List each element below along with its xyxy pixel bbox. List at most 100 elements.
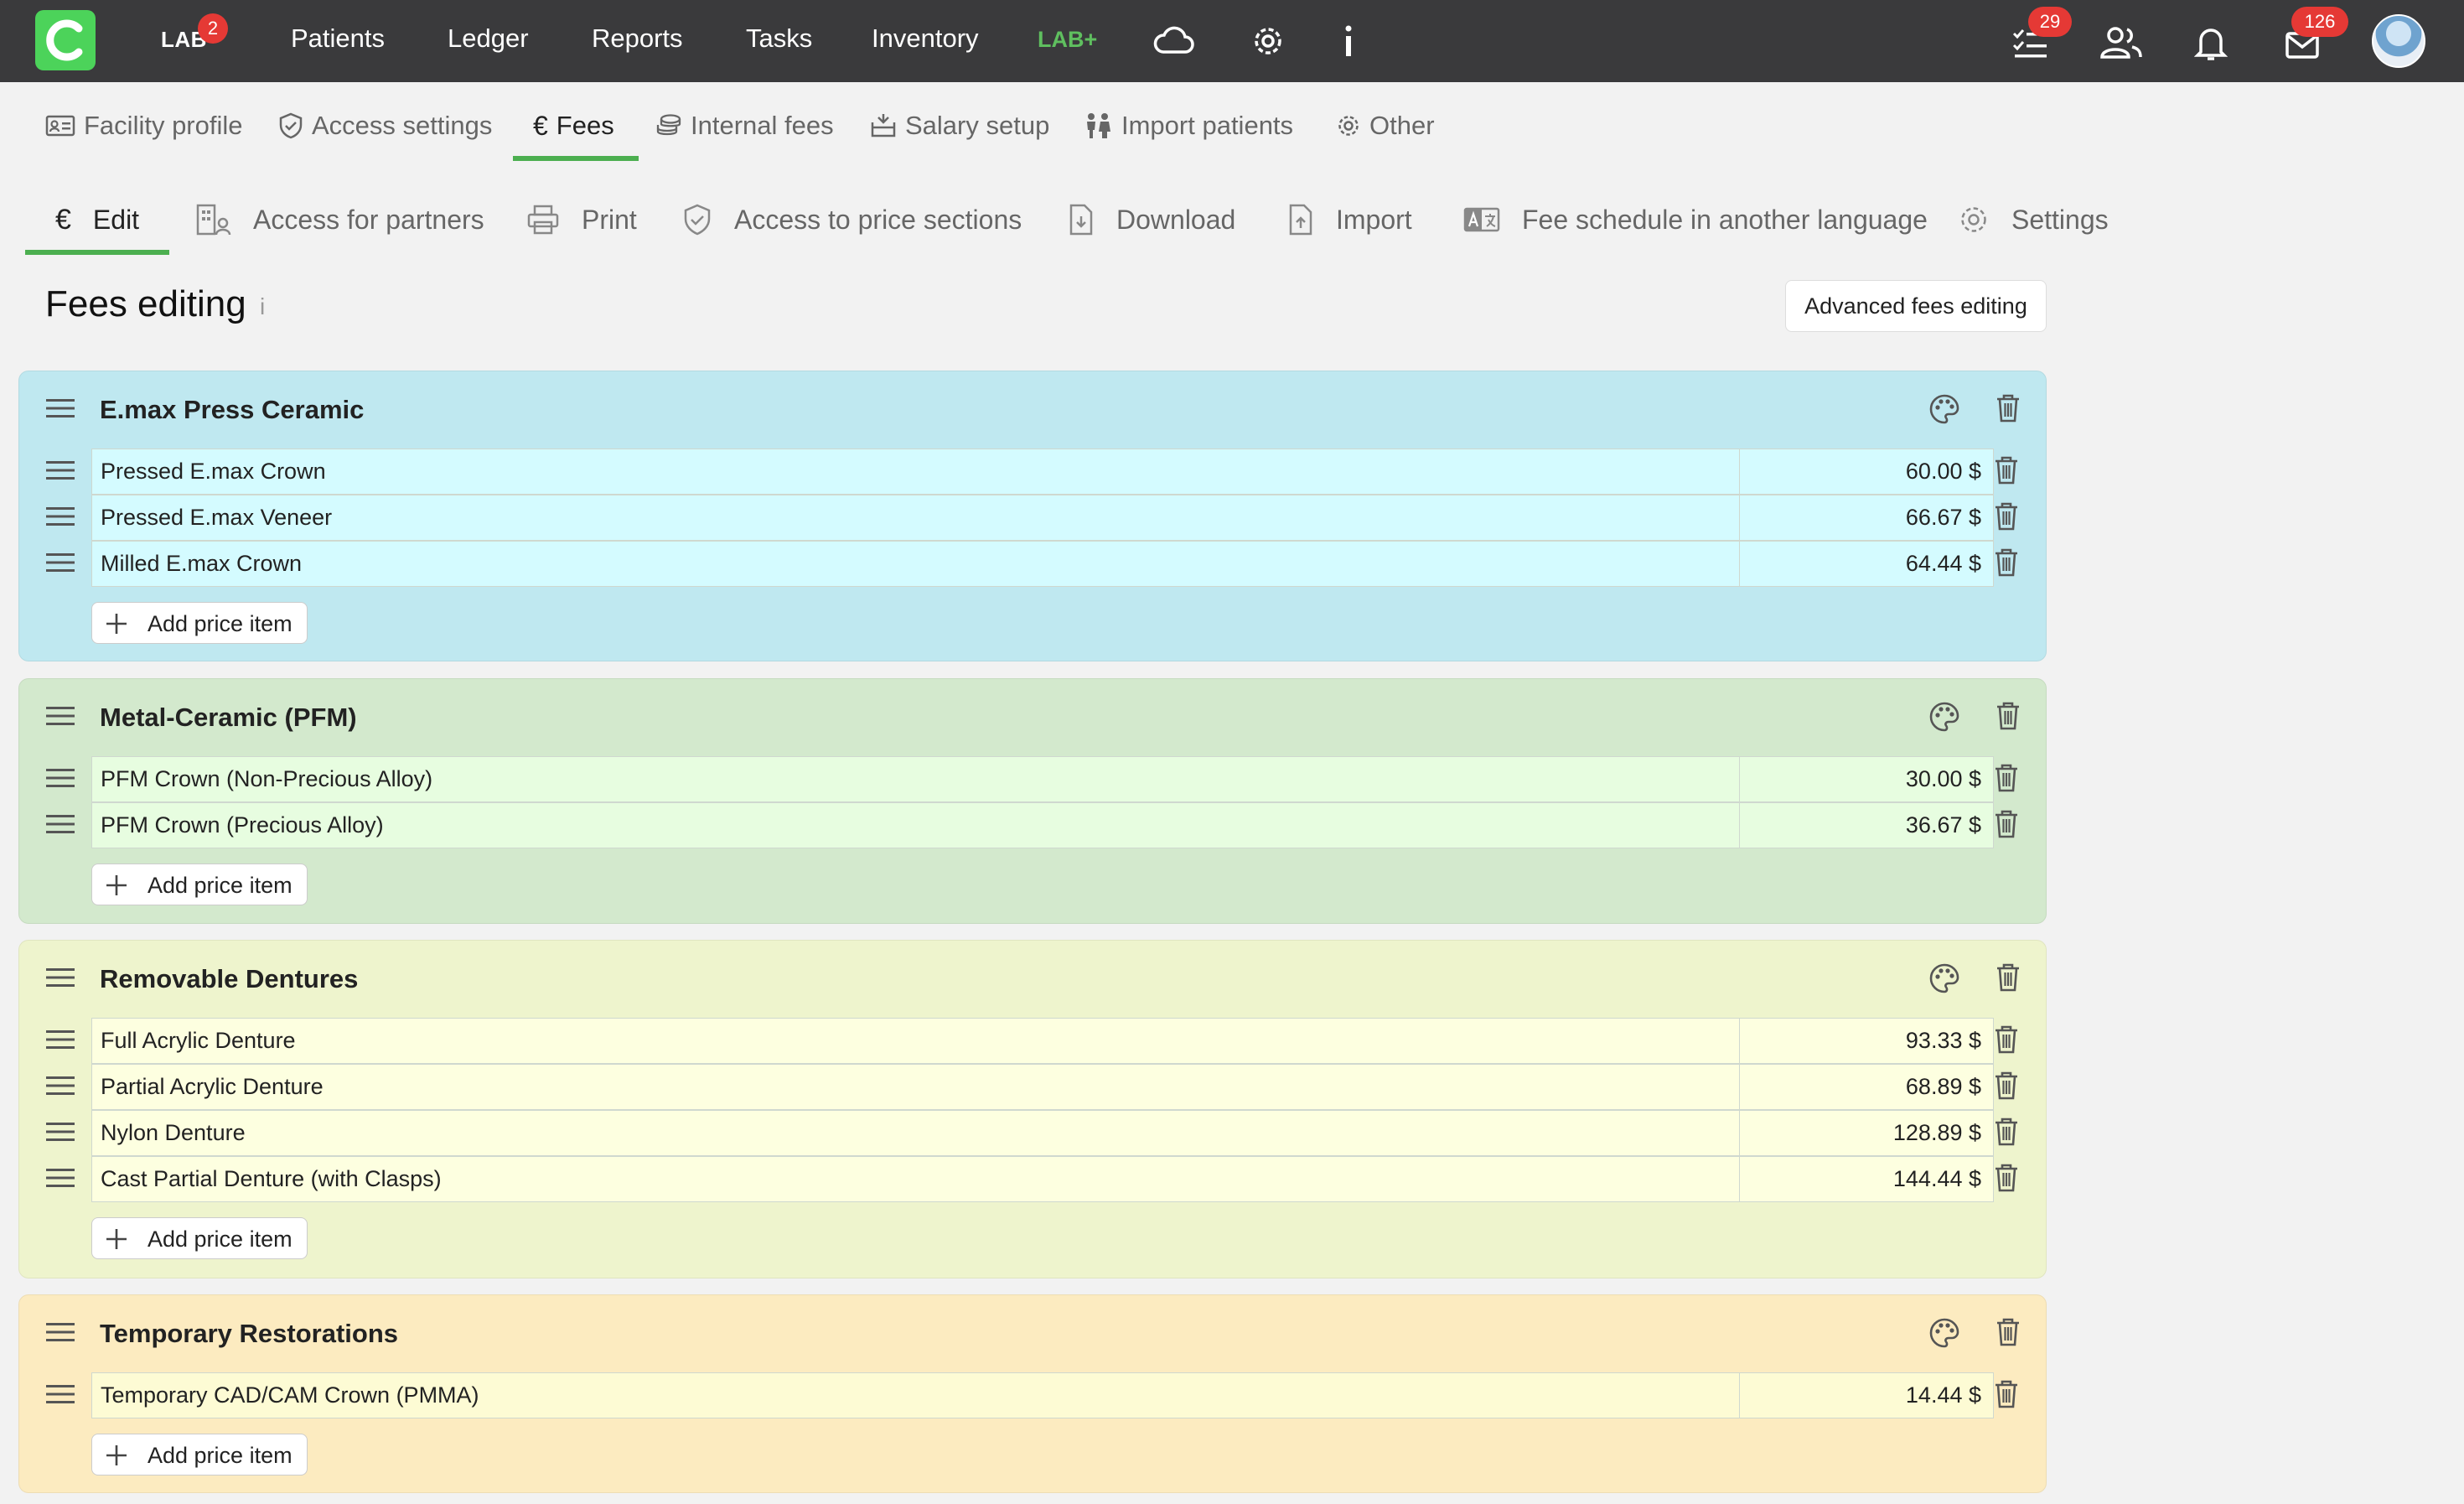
drag-handle-icon[interactable] xyxy=(46,1320,75,1348)
section-title: E.max Press Ceramic xyxy=(100,395,365,424)
trash-icon[interactable] xyxy=(1994,1163,2019,1197)
tab-internal-fees[interactable]: Internal fees xyxy=(655,109,834,143)
price-item-name[interactable]: Cast Partial Denture (with Clasps) xyxy=(92,1157,1740,1201)
price-item-value[interactable]: 66.67 $ xyxy=(1740,495,1995,540)
drag-handle-icon[interactable] xyxy=(46,1120,75,1148)
tab-access-for-partners[interactable]: Access for partners xyxy=(194,201,484,238)
tab-label: Access for partners xyxy=(253,204,484,235)
tab-facility-profile[interactable]: Facility profile xyxy=(45,109,243,143)
gear-icon[interactable] xyxy=(1250,23,1286,59)
user-avatar[interactable] xyxy=(2372,14,2425,68)
price-item-value[interactable]: 30.00 $ xyxy=(1740,757,1995,801)
price-item-value[interactable]: 36.67 $ xyxy=(1740,803,1995,848)
tab-fee-schedule-language[interactable]: Fee schedule in another language xyxy=(1463,201,1928,238)
palette-icon[interactable] xyxy=(1928,393,1960,429)
info-icon[interactable]: i xyxy=(260,293,265,320)
tab-label: Fee schedule in another language xyxy=(1522,204,1928,235)
tab-download[interactable]: Download xyxy=(1068,201,1235,238)
trash-icon[interactable] xyxy=(1994,1024,2019,1059)
price-item-name[interactable]: Temporary CAD/CAM Crown (PMMA) xyxy=(92,1373,1740,1418)
top-navbar: LAB 2 Patients Ledger Reports Tasks Inve… xyxy=(0,0,2464,82)
bell-icon[interactable] xyxy=(2194,23,2228,62)
price-item-value[interactable]: 144.44 $ xyxy=(1740,1157,1995,1201)
nav-tasks[interactable]: Tasks xyxy=(746,23,812,54)
people-icon xyxy=(1087,113,1110,138)
tab-print[interactable]: Print xyxy=(526,201,637,238)
wallet-icon xyxy=(871,114,896,137)
tab-access-settings[interactable]: Access settings xyxy=(278,109,492,143)
drag-handle-icon[interactable] xyxy=(46,1028,75,1055)
price-item-name[interactable]: Full Acrylic Denture xyxy=(92,1019,1740,1063)
tab-salary-setup[interactable]: Salary setup xyxy=(870,109,1049,143)
price-item-name[interactable]: Partial Acrylic Denture xyxy=(92,1065,1740,1109)
price-item-name[interactable]: Milled E.max Crown xyxy=(92,542,1740,586)
building-icon xyxy=(196,204,231,236)
trash-icon[interactable] xyxy=(1996,962,2021,997)
tab-other[interactable]: Other xyxy=(1336,109,1435,143)
shield-icon xyxy=(279,112,303,139)
gear-icon xyxy=(1338,116,1359,136)
drag-handle-icon[interactable] xyxy=(46,704,75,732)
drag-handle-icon[interactable] xyxy=(46,1074,75,1102)
drag-handle-icon[interactable] xyxy=(46,1382,75,1410)
trash-icon[interactable] xyxy=(1994,501,2019,536)
info-icon[interactable] xyxy=(1338,23,1359,60)
trash-icon[interactable] xyxy=(1996,701,2021,735)
nav-labplus[interactable]: LAB+ xyxy=(1038,27,1097,53)
nav-reports[interactable]: Reports xyxy=(592,23,683,54)
nav-patients[interactable]: Patients xyxy=(291,23,385,54)
drag-handle-icon[interactable] xyxy=(46,966,75,993)
tab-label: Print xyxy=(582,204,637,235)
plus-icon xyxy=(106,1229,127,1249)
tab-access-to-price-sections[interactable]: Access to price sections xyxy=(682,201,1022,238)
trash-icon[interactable] xyxy=(1994,1379,2019,1413)
add-price-item-button[interactable]: Add price item xyxy=(91,1217,308,1259)
drag-handle-icon[interactable] xyxy=(46,397,75,424)
tab-settings[interactable]: Settings xyxy=(1958,201,2109,238)
nav-inventory[interactable]: Inventory xyxy=(872,23,979,54)
trash-icon[interactable] xyxy=(1994,763,2019,797)
drag-handle-icon[interactable] xyxy=(46,551,75,578)
users-icon[interactable] xyxy=(2099,25,2144,60)
trash-icon[interactable] xyxy=(1996,393,2021,428)
price-item-value[interactable]: 64.44 $ xyxy=(1740,542,1995,586)
nav-ledger[interactable]: Ledger xyxy=(448,23,529,54)
trash-icon[interactable] xyxy=(1994,1071,2019,1105)
price-item-name[interactable]: PFM Crown (Non-Precious Alloy) xyxy=(92,757,1740,801)
price-item-name[interactable]: Pressed E.max Crown xyxy=(92,449,1740,494)
add-price-item-button[interactable]: Add price item xyxy=(91,864,308,905)
trash-icon[interactable] xyxy=(1994,455,2019,490)
drag-handle-icon[interactable] xyxy=(46,1166,75,1194)
gear-icon xyxy=(1961,207,1986,232)
price-item-value[interactable]: 14.44 $ xyxy=(1740,1373,1995,1418)
price-item-name[interactable]: Nylon Denture xyxy=(92,1111,1740,1155)
drag-handle-icon[interactable] xyxy=(46,459,75,486)
price-item-name[interactable]: PFM Crown (Precious Alloy) xyxy=(92,803,1740,848)
price-item-value[interactable]: 128.89 $ xyxy=(1740,1111,1995,1155)
price-item-name[interactable]: Pressed E.max Veneer xyxy=(92,495,1740,540)
add-price-item-button[interactable]: Add price item xyxy=(91,1434,308,1475)
tab-import[interactable]: Import xyxy=(1287,201,1412,238)
palette-icon[interactable] xyxy=(1928,962,1960,998)
app-logo[interactable] xyxy=(35,10,96,70)
trash-icon[interactable] xyxy=(1996,1317,2021,1351)
drag-handle-icon[interactable] xyxy=(46,766,75,794)
palette-icon[interactable] xyxy=(1928,1317,1960,1353)
add-price-item-button[interactable]: Add price item xyxy=(91,602,308,644)
tab-edit[interactable]: € Edit xyxy=(55,201,139,238)
tab-fees[interactable]: € Fees xyxy=(533,109,614,143)
advanced-fees-editing-button[interactable]: Advanced fees editing xyxy=(1785,280,2047,332)
trash-icon[interactable] xyxy=(1994,1117,2019,1151)
drag-handle-icon[interactable] xyxy=(46,505,75,532)
price-item-value[interactable]: 68.89 $ xyxy=(1740,1065,1995,1109)
palette-icon[interactable] xyxy=(1928,701,1960,737)
trash-icon[interactable] xyxy=(1994,547,2019,582)
drag-handle-icon[interactable] xyxy=(46,812,75,840)
cloud-icon[interactable] xyxy=(1153,23,1195,57)
plus-icon xyxy=(106,614,127,634)
price-item-value[interactable]: 93.33 $ xyxy=(1740,1019,1995,1063)
trash-icon[interactable] xyxy=(1994,809,2019,843)
tab-import-patients[interactable]: Import patients xyxy=(1083,109,1293,143)
tab-label: Internal fees xyxy=(691,111,834,140)
price-item-value[interactable]: 60.00 $ xyxy=(1740,449,1995,494)
